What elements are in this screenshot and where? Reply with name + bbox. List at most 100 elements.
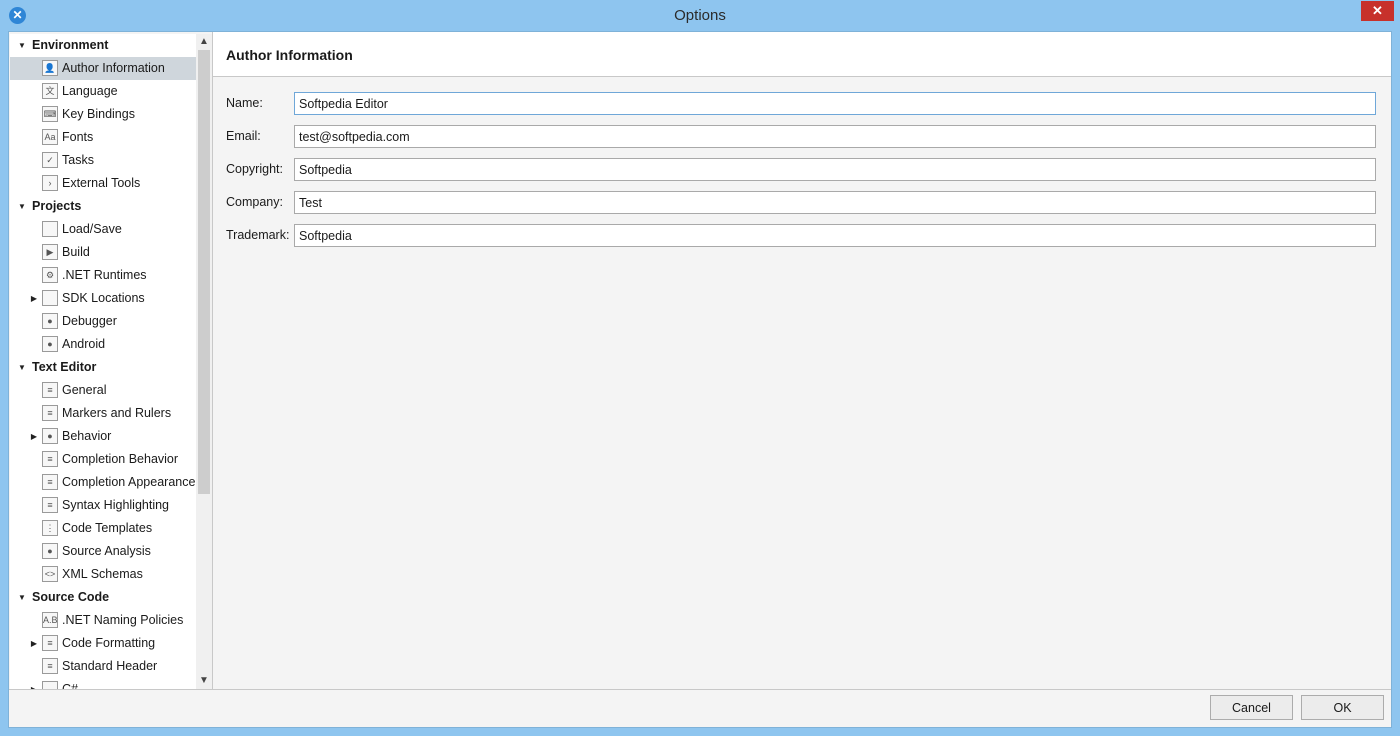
sidebar-item-behavior[interactable]: ▶ ● Behavior	[10, 425, 196, 448]
tree-section-text-editor[interactable]: ▼ Text Editor	[10, 356, 196, 379]
sidebar-item-completion-appearance[interactable]: ≡ Completion Appearance	[10, 471, 196, 494]
sidebar-item-source-analysis[interactable]: ● Source Analysis	[10, 540, 196, 563]
source-analysis-dot-icon: ●	[42, 543, 58, 559]
tree-label: .NET Runtimes	[62, 268, 147, 282]
tree-label: General	[62, 383, 107, 397]
completion-behavior-icon: ≡	[42, 451, 58, 467]
scroll-down-icon[interactable]: ▼	[196, 673, 212, 689]
sidebar-item-load-save[interactable]: Load/Save	[10, 218, 196, 241]
tree-label: Behavior	[62, 429, 112, 443]
fonts-icon: Aa	[42, 129, 58, 145]
collapsed-arrow-icon[interactable]: ▶	[29, 632, 39, 655]
sidebar-item-build[interactable]: ▶ Build	[10, 241, 196, 264]
sidebar-item-language[interactable]: 文 Language	[10, 80, 196, 103]
collapsed-arrow-icon[interactable]: ▶	[29, 678, 39, 689]
sidebar-item-external-tools[interactable]: › External Tools	[10, 172, 196, 195]
syntax-highlighting-icon: ≡	[42, 497, 58, 513]
title-bar[interactable]: ✕ Options ✕	[0, 0, 1400, 31]
load-save-icon	[42, 221, 58, 237]
tree-label: Fonts	[62, 130, 94, 144]
copyright-label: Copyright:	[226, 162, 283, 176]
tree-section-source-code[interactable]: ▼ Source Code	[10, 586, 196, 609]
expand-arrow-icon[interactable]: ▼	[17, 586, 27, 609]
tree-label: Text Editor	[32, 360, 97, 374]
sidebar-item-completion-behavior[interactable]: ≡ Completion Behavior	[10, 448, 196, 471]
tree-label: Load/Save	[62, 222, 122, 236]
scroll-up-icon[interactable]: ▲	[196, 34, 212, 50]
scroll-thumb[interactable]	[198, 50, 210, 494]
tree-label: Standard Header	[62, 659, 158, 673]
tasks-icon: ✓	[42, 152, 58, 168]
name-label: Name:	[226, 96, 263, 110]
footer-divider	[9, 689, 1391, 690]
naming-policies-icon: A.B	[42, 612, 58, 628]
sidebar-item-android[interactable]: ● Android	[10, 333, 196, 356]
window-title: Options	[674, 7, 726, 24]
sidebar-item-standard-header[interactable]: ≡ Standard Header	[10, 655, 196, 678]
tree-label: Syntax Highlighting	[62, 498, 170, 512]
tree-label: Source Analysis	[62, 544, 151, 558]
tree-label: Key Bindings	[62, 107, 135, 121]
markers-icon: ≡	[42, 405, 58, 421]
email-field[interactable]	[294, 125, 1376, 148]
company-field[interactable]	[294, 191, 1376, 214]
tree-label: XML Schemas	[62, 567, 143, 581]
tree-label: Debugger	[62, 314, 117, 328]
email-label: Email:	[226, 129, 261, 143]
collapsed-arrow-icon[interactable]: ▶	[29, 425, 39, 448]
android-icon: ●	[42, 336, 58, 352]
folder-icon	[42, 290, 58, 306]
panel-title: Author Information	[226, 47, 353, 63]
ok-button[interactable]: OK	[1301, 695, 1384, 720]
tree-label: Language	[62, 84, 118, 98]
author-information-panel: Author Information Name: Email: Copyrigh…	[213, 32, 1391, 689]
tree-label: Markers and Rulers	[62, 406, 172, 420]
standard-header-icon: ≡	[42, 658, 58, 674]
tree-label: Author Information	[62, 61, 165, 75]
sidebar-item-net-runtimes[interactable]: ⚙ .NET Runtimes	[10, 264, 196, 287]
tree-label: Projects	[32, 199, 82, 213]
sidebar-item-code-formatting[interactable]: ▶ ≡ Code Formatting	[10, 632, 196, 655]
trademark-field[interactable]	[294, 224, 1376, 247]
sidebar-item-sdk-locations[interactable]: ▶ SDK Locations	[10, 287, 196, 310]
tree-label: SDK Locations	[62, 291, 145, 305]
name-row: Name:	[226, 92, 1378, 116]
sidebar-item-debugger[interactable]: ● Debugger	[10, 310, 196, 333]
code-formatting-icon: ≡	[42, 635, 58, 651]
key-bindings-icon: ⌨	[42, 106, 58, 122]
sidebar-item-author-information[interactable]: 👤 Author Information	[10, 57, 196, 80]
collapsed-arrow-icon[interactable]: ▶	[29, 287, 39, 310]
tree-label: External Tools	[62, 176, 141, 190]
copyright-row: Copyright:	[226, 158, 1378, 182]
sidebar-item-code-templates[interactable]: ⋮ Code Templates	[10, 517, 196, 540]
name-field[interactable]	[294, 92, 1376, 115]
close-button[interactable]: ✕	[1361, 1, 1394, 21]
expand-arrow-icon[interactable]: ▼	[17, 34, 27, 57]
sidebar-item-c[interactable]: ▶ C#	[10, 678, 196, 689]
behavior-brain-icon: ●	[42, 428, 58, 444]
sidebar-item-fonts[interactable]: Aa Fonts	[10, 126, 196, 149]
tree-section-environment[interactable]: ▼ Environment	[10, 34, 196, 57]
xml-icon: <>	[42, 566, 58, 582]
panel-header: Author Information	[213, 32, 1391, 77]
completion-appearance-icon: ≡	[42, 474, 58, 490]
sidebar-item-net-naming-policies[interactable]: A.B .NET Naming Policies	[10, 609, 196, 632]
build-icon: ▶	[42, 244, 58, 260]
sidebar-item-key-bindings[interactable]: ⌨ Key Bindings	[10, 103, 196, 126]
sidebar-item-general[interactable]: ≡ General	[10, 379, 196, 402]
sidebar-item-syntax-highlighting[interactable]: ≡ Syntax Highlighting	[10, 494, 196, 517]
trademark-label: Trademark:	[226, 228, 290, 242]
expand-arrow-icon[interactable]: ▼	[17, 356, 27, 379]
tree-label: Build	[62, 245, 90, 259]
sidebar-item-tasks[interactable]: ✓ Tasks	[10, 149, 196, 172]
tree-label: Environment	[32, 38, 109, 52]
expand-arrow-icon[interactable]: ▼	[17, 195, 27, 218]
sidebar-item-markers-and-rulers[interactable]: ≡ Markers and Rulers	[10, 402, 196, 425]
tree-label: Code Templates	[62, 521, 153, 535]
cancel-button[interactable]: Cancel	[1210, 695, 1293, 720]
copyright-field[interactable]	[294, 158, 1376, 181]
tree-section-projects[interactable]: ▼ Projects	[10, 195, 196, 218]
tree-scrollbar[interactable]: ▲ ▼	[196, 34, 212, 689]
options-window: ✕ Options ✕ ▼ Environment 👤 Author Informat…	[0, 0, 1400, 736]
sidebar-item-xml-schemas[interactable]: <> XML Schemas	[10, 563, 196, 586]
